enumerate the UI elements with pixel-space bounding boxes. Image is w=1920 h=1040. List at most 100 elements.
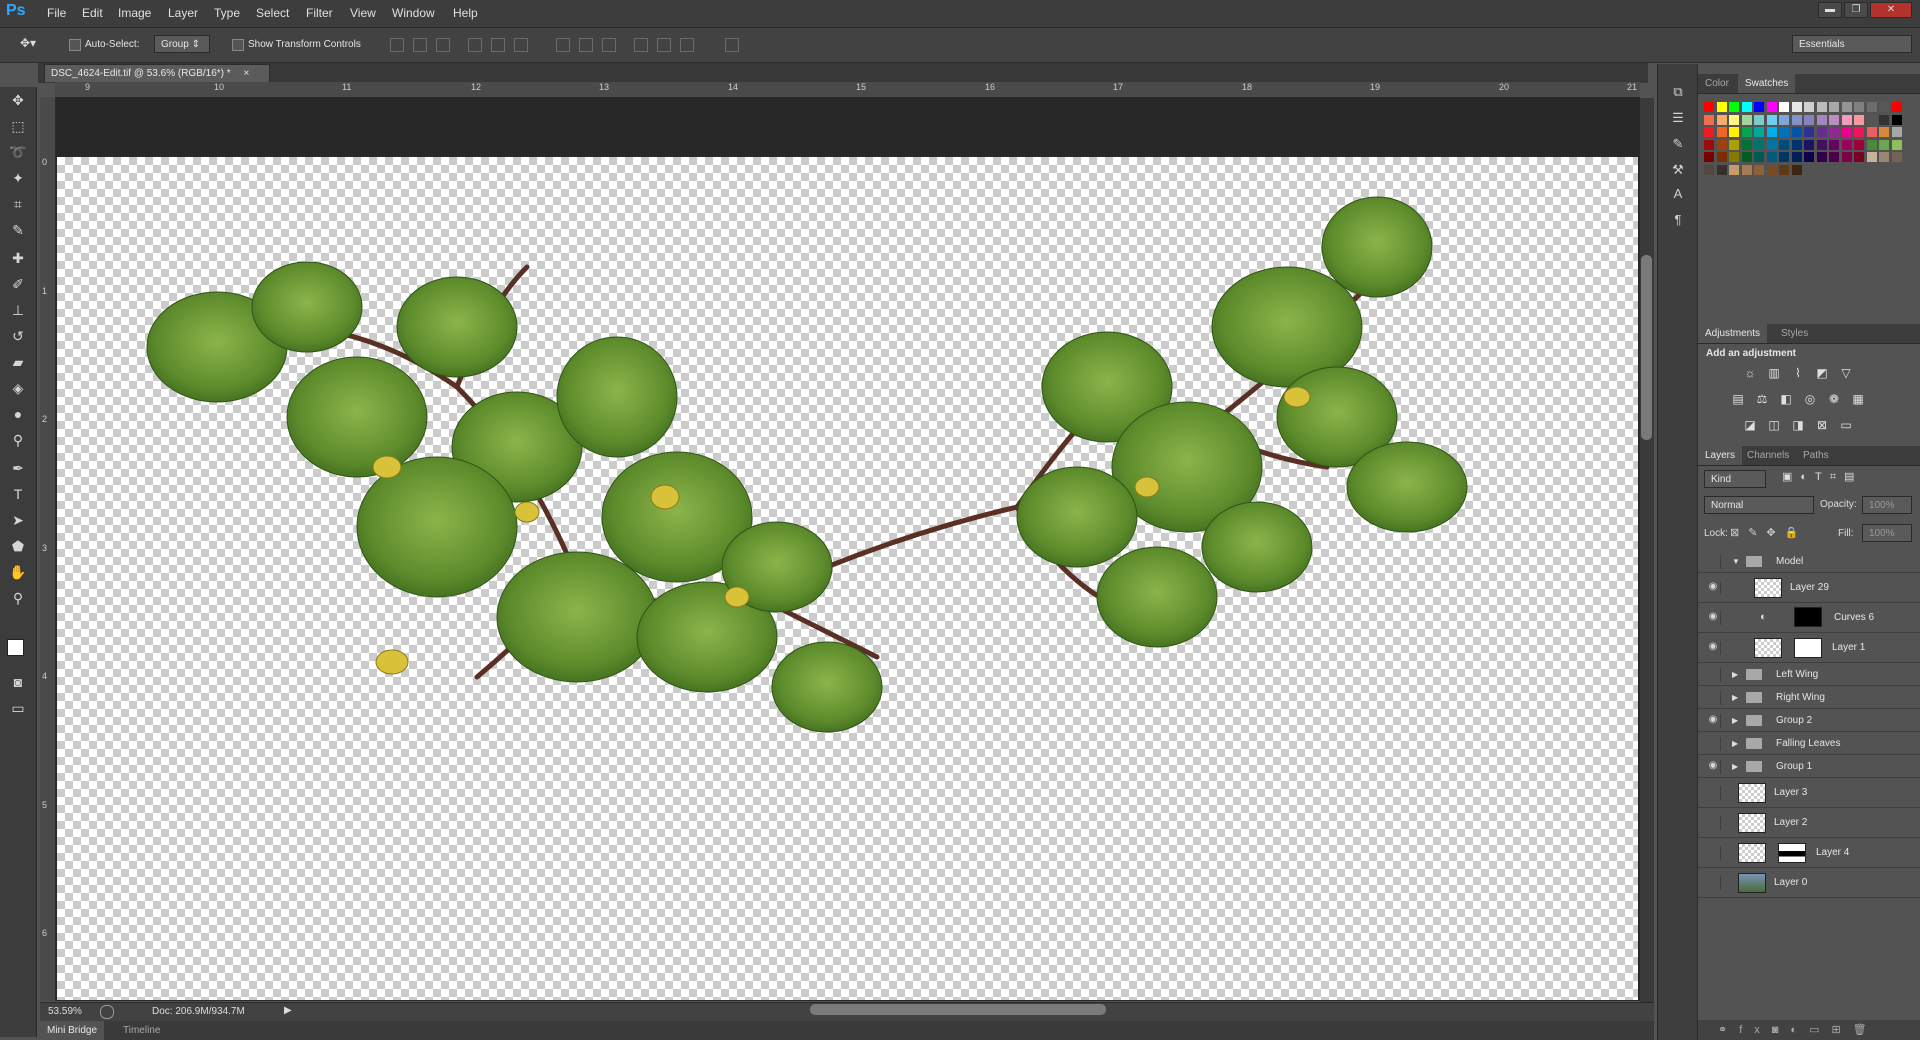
menu-layer[interactable]: Layer — [168, 6, 198, 20]
layer-visibility-eye-icon[interactable]: ◉ — [1706, 641, 1721, 655]
workspace-dropdown[interactable]: Essentials — [1792, 35, 1912, 53]
color-swatch[interactable] — [1766, 164, 1777, 175]
color-swatch[interactable] — [1766, 102, 1777, 112]
color-swatch[interactable] — [1804, 139, 1814, 150]
levels-icon[interactable]: ▥ — [1766, 366, 1782, 380]
color-swatch[interactable] — [1866, 114, 1877, 125]
color-swatch[interactable] — [1816, 152, 1827, 162]
group-expand-icon[interactable]: ▶ — [1732, 670, 1738, 679]
minimize-button[interactable]: ▬ — [1818, 2, 1842, 18]
restore-button[interactable]: ❐ — [1844, 2, 1868, 18]
color-swatch[interactable] — [1854, 139, 1864, 150]
color-swatch[interactable] — [1891, 139, 1902, 150]
layer-thumbnail[interactable] — [1738, 873, 1766, 893]
color-swatch[interactable] — [1754, 152, 1764, 162]
history-brush-tool-icon[interactable]: ↺ — [6, 325, 30, 347]
layer-name[interactable]: Layer 29 — [1790, 582, 1829, 593]
move-tool-preset-icon[interactable]: ✥▾ — [20, 36, 54, 52]
color-swatch[interactable] — [1854, 127, 1864, 137]
channel-mixer-icon[interactable]: ❁ — [1826, 392, 1842, 406]
color-swatch[interactable] — [1879, 127, 1889, 137]
color-swatch[interactable] — [1879, 102, 1889, 112]
menu-select[interactable]: Select — [256, 6, 289, 20]
pen-tool-icon[interactable]: ✒ — [6, 457, 30, 479]
color-swatch[interactable] — [1741, 164, 1752, 175]
marquee-tool-icon[interactable]: ⬚ — [6, 115, 30, 137]
selective-color-icon[interactable]: ⊠ — [1814, 418, 1830, 432]
document-tab[interactable]: DSC_4624-Edit.tif @ 53.6% (RGB/16*) * × — [44, 64, 270, 82]
layer-row[interactable]: Layer 4 — [1698, 838, 1920, 868]
layer-visibility-eye-icon[interactable] — [1706, 554, 1721, 569]
group-expand-icon[interactable]: ▶ — [1732, 693, 1738, 702]
color-swatch[interactable] — [1729, 164, 1739, 175]
color-swatch[interactable] — [1741, 114, 1752, 125]
status-menu-icon[interactable] — [100, 1005, 114, 1019]
color-swatch[interactable] — [1804, 152, 1814, 162]
tab-mini-bridge[interactable]: Mini Bridge — [40, 1021, 105, 1040]
layer-thumbnail[interactable] — [1754, 638, 1782, 658]
color-swatch[interactable] — [1804, 127, 1814, 137]
layer-row[interactable]: Layer 3 — [1698, 778, 1920, 808]
color-swatch[interactable] — [1804, 102, 1814, 112]
distribute-right-icon[interactable] — [680, 38, 694, 52]
color-swatch[interactable] — [1779, 164, 1789, 175]
color-swatch[interactable] — [1741, 102, 1752, 112]
path-selection-tool-icon[interactable]: ➤ — [6, 509, 30, 531]
layer-name[interactable]: Left Wing — [1776, 669, 1818, 680]
color-swatch[interactable] — [1829, 102, 1839, 112]
color-swatch[interactable] — [1779, 114, 1789, 125]
color-swatch[interactable] — [1791, 152, 1802, 162]
color-swatch[interactable] — [1791, 102, 1802, 112]
hue-saturation-icon[interactable]: ▤ — [1730, 392, 1746, 406]
color-swatch[interactable] — [1891, 114, 1902, 125]
swatches-grid[interactable] — [1698, 94, 1920, 254]
layer-name[interactable]: Layer 0 — [1774, 877, 1807, 888]
layers-footer-icons[interactable]: ⚭fx◙◐▭⊞🗑 — [1698, 1020, 1920, 1040]
tab-swatches[interactable]: Swatches — [1738, 74, 1796, 93]
color-swatch[interactable] — [1716, 164, 1727, 175]
dodge-tool-icon[interactable]: ⚲ — [6, 429, 30, 451]
healing-brush-tool-icon[interactable]: ✚ — [6, 247, 30, 269]
show-transform-checkbox[interactable] — [232, 39, 244, 51]
history-panel-icon[interactable]: ⧉ — [1668, 84, 1688, 102]
align-left-icon[interactable] — [468, 38, 482, 52]
color-swatch[interactable] — [1866, 127, 1877, 137]
exposure-icon[interactable]: ◩ — [1814, 366, 1830, 380]
type-tool-icon[interactable]: T — [6, 483, 30, 505]
color-swatch[interactable] — [1741, 152, 1752, 162]
color-swatch[interactable] — [1804, 114, 1814, 125]
color-swatch[interactable] — [1741, 127, 1752, 137]
character-panel-icon[interactable]: A — [1668, 186, 1688, 204]
fill-field[interactable]: 100% — [1862, 524, 1912, 542]
magic-wand-tool-icon[interactable]: ✦ — [6, 167, 30, 189]
gradient-map-icon[interactable]: ▭ — [1838, 418, 1854, 432]
group-expand-icon[interactable]: ▶ — [1732, 762, 1738, 771]
group-expand-icon[interactable]: ▼ — [1732, 557, 1740, 566]
auto-select-checkbox[interactable] — [69, 39, 81, 51]
color-swatch[interactable] — [1879, 139, 1889, 150]
color-lookup-icon[interactable]: ▦ — [1850, 392, 1866, 406]
layer-visibility-eye-icon[interactable]: ◉ — [1706, 581, 1721, 595]
layer-visibility-eye-icon[interactable] — [1706, 690, 1721, 705]
color-swatch[interactable] — [1729, 139, 1739, 150]
layer-row[interactable]: Layer 2 — [1698, 808, 1920, 838]
menu-type[interactable]: Type — [214, 6, 240, 20]
layer-visibility-eye-icon[interactable]: ◉ — [1706, 759, 1721, 774]
color-swatch[interactable] — [1779, 102, 1789, 112]
color-swatch[interactable] — [1791, 127, 1802, 137]
color-swatch[interactable] — [1716, 102, 1727, 112]
color-swatch[interactable] — [1829, 152, 1839, 162]
color-swatch[interactable] — [1729, 127, 1739, 137]
color-swatch[interactable] — [1766, 127, 1777, 137]
zoom-tool-icon[interactable]: ⚲ — [6, 587, 30, 609]
color-swatch[interactable] — [1729, 152, 1739, 162]
distribute-top-icon[interactable] — [556, 38, 570, 52]
color-swatch[interactable] — [1704, 127, 1714, 137]
layer-visibility-eye-icon[interactable] — [1706, 846, 1721, 860]
layer-row[interactable]: ◉ ▶ Group 1 — [1698, 755, 1920, 778]
color-swatch[interactable] — [1716, 139, 1727, 150]
color-swatch[interactable] — [1891, 152, 1902, 162]
layer-thumbnail[interactable] — [1738, 783, 1766, 803]
crop-tool-icon[interactable]: ⌗ — [6, 193, 30, 215]
color-swatch[interactable] — [1779, 139, 1789, 150]
